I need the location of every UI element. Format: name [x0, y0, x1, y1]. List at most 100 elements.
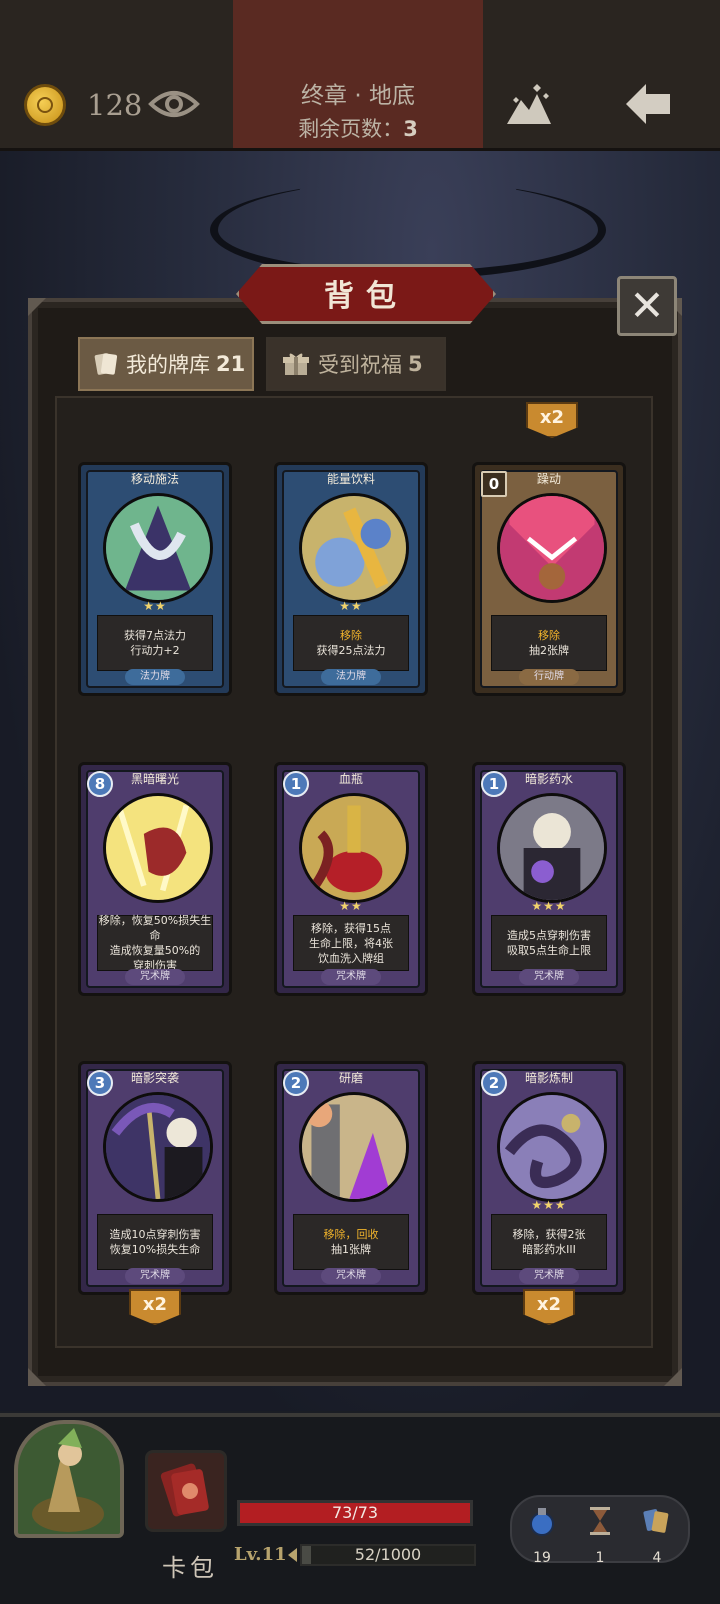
level-label: Lv.11 — [234, 1544, 287, 1565]
hourglass-icon — [590, 1507, 610, 1535]
card-1[interactable]: 移动施法 ★★ 获得7点法力 行动力+2 法力牌 — [78, 462, 232, 696]
card-description-line: 抽2张牌 — [529, 644, 569, 657]
xp-arrow-icon — [288, 1548, 297, 1562]
card-cost: 8 — [87, 771, 113, 797]
card-art — [497, 493, 607, 603]
card-art — [103, 1092, 213, 1202]
card-cost: 1 — [481, 771, 507, 797]
chapter-title: 终章 · 地底 — [301, 83, 415, 109]
panel-corner — [28, 298, 46, 316]
resource-potion[interactable]: 19 — [522, 1506, 562, 1566]
card-description-line: 移除，回收 — [323, 1228, 379, 1241]
card-type: 咒术牌 — [125, 1268, 185, 1284]
card-type: 法力牌 — [321, 669, 381, 685]
tab-my-deck[interactable]: 我的牌库 21 — [78, 337, 254, 391]
tab-blessings-count: 5 — [408, 352, 423, 376]
card-description-line: 移除，获得2张 — [512, 1228, 586, 1241]
card-type: 行动牌 — [519, 669, 579, 685]
card-description-line: 抽1张牌 — [331, 1243, 371, 1256]
pages-left-label: 剩余页数： — [298, 117, 404, 141]
card-description-line: 移除，恢复50%损失生命 — [98, 914, 212, 942]
card-description-line: 暗影药水III — [522, 1243, 576, 1256]
card-stars: ★★ — [339, 899, 363, 913]
panel-corner — [664, 1368, 682, 1386]
eye-icon[interactable] — [148, 86, 200, 122]
card-type: 咒术牌 — [321, 969, 381, 985]
hp-text: 73/73 — [331, 1503, 379, 1522]
card-9[interactable]: 暗影炼制 2 ★★★ 移除，获得2张 暗影药水III 咒术牌 — [472, 1061, 626, 1295]
panel-corner — [28, 1368, 46, 1386]
resource-cards[interactable]: 4 — [637, 1506, 677, 1566]
close-button[interactable]: ✕ — [617, 276, 677, 336]
card-2[interactable]: 能量饮料 ★★ 移除获得25点法力 法力牌 — [274, 462, 428, 696]
card-description-line: 恢复10%损失生命 — [109, 1243, 201, 1256]
card-4[interactable]: 黑暗曙光 8 移除，恢复50%损失生命 造成恢复量50%的 穿刺伤害 咒术牌 — [78, 762, 232, 996]
card-type: 咒术牌 — [519, 969, 579, 985]
card-description: 移除，恢复50%损失生命 造成恢复量50%的 穿刺伤害 — [97, 914, 213, 972]
card-description: 造成10点穿刺伤害 恢复10%损失生命 — [97, 1214, 213, 1270]
card-name: 黑暗曙光 — [130, 772, 179, 786]
card-cost: 2 — [481, 1070, 507, 1096]
card-description: 移除，回收抽1张牌 — [293, 1214, 409, 1270]
card-name: 移动施法 — [130, 472, 179, 486]
card-description-line: 造成恢复量50%的 — [109, 944, 201, 957]
card-name: 暗影药水 — [524, 772, 573, 786]
card-name: 研磨 — [338, 1071, 363, 1085]
card-description-line: 获得25点法力 — [316, 644, 386, 657]
back-arrow-icon[interactable] — [622, 80, 674, 128]
cards-icon — [643, 1509, 669, 1533]
xp-text: 52/1000 — [354, 1545, 422, 1564]
card-6[interactable]: 暗影药水 1 ★★★ 造成5点穿刺伤害 吸取5点生命上限 咒术牌 — [472, 762, 626, 996]
card-art — [497, 1092, 607, 1202]
card-art — [299, 1092, 409, 1202]
card-cost: 1 — [283, 771, 309, 797]
card-name: 暗影炼制 — [524, 1071, 573, 1085]
resource-potion-value: 19 — [533, 1550, 551, 1566]
card-pack-button[interactable] — [145, 1450, 227, 1532]
resource-hourglass-value: 1 — [595, 1550, 605, 1566]
gift-icon — [283, 353, 309, 375]
potion-icon — [530, 1508, 554, 1536]
card-description-line: 移除，获得15点 — [311, 921, 391, 935]
coin-count: 128 — [87, 88, 143, 122]
tab-blessings-label: 受到祝福 — [318, 353, 402, 377]
cards-icon — [94, 353, 118, 375]
card-7[interactable]: 暗影突袭 3 造成10点穿刺伤害 恢复10%损失生命 咒术牌 — [78, 1061, 232, 1295]
card-description-line: 吸取5点生命上限 — [507, 944, 591, 957]
pages-left-value: 3 — [403, 117, 418, 141]
card-cost: 2 — [283, 1070, 309, 1096]
card-description-line: 移除 — [340, 629, 362, 642]
map-icon[interactable] — [505, 80, 553, 128]
card-8[interactable]: 研磨 2 移除，回收抽1张牌咒术牌 — [274, 1061, 428, 1295]
player-portrait[interactable] — [14, 1420, 124, 1538]
tab-my-deck-count: 21 — [216, 352, 246, 376]
tab-blessings[interactable]: 受到祝福 5 — [266, 337, 446, 391]
card-pack-label[interactable]: 卡包 — [150, 1548, 230, 1583]
character-avatar — [32, 1428, 104, 1532]
card-description: 移除抽2张牌 — [491, 615, 607, 671]
card-stars: ★★ — [339, 599, 363, 613]
card-3[interactable]: 躁动 0 移除 抽2张牌 行动牌 — [472, 462, 626, 696]
card-description-line: 移除 — [538, 629, 560, 642]
card-description: 造成5点穿刺伤害 吸取5点生命上限 — [491, 915, 607, 971]
card-description-line: 造成5点穿刺伤害 — [507, 929, 591, 942]
card-stars: ★★ — [143, 599, 167, 613]
card-description: 移除，获得15点 生命上限，将4张 饮血洗入牌组 — [293, 915, 409, 971]
card-type: 法力牌 — [125, 669, 185, 685]
card-cost: 0 — [481, 471, 507, 497]
card-cost: 3 — [87, 1070, 113, 1096]
card-type: 咒术牌 — [321, 1268, 381, 1284]
card-description-line: 获得7点法力 — [124, 629, 186, 642]
resource-cards-value: 4 — [652, 1550, 662, 1566]
card-art — [497, 793, 607, 903]
resource-hourglass[interactable]: 1 — [580, 1506, 620, 1566]
coin-icon — [24, 84, 66, 126]
tab-my-deck-label: 我的牌库 — [126, 353, 210, 377]
card-pack-icon — [160, 1463, 209, 1517]
card-description: 移除获得25点法力 — [293, 615, 409, 671]
card-name: 能量饮料 — [326, 472, 375, 486]
card-name: 血瓶 — [338, 772, 363, 786]
card-5[interactable]: 血瓶 1 ★★ 移除，获得15点 生命上限，将4张 饮血洗入牌组 咒术牌 — [274, 762, 428, 996]
card-description-line: 生命上限，将4张 — [309, 936, 393, 950]
card-art — [299, 493, 409, 603]
